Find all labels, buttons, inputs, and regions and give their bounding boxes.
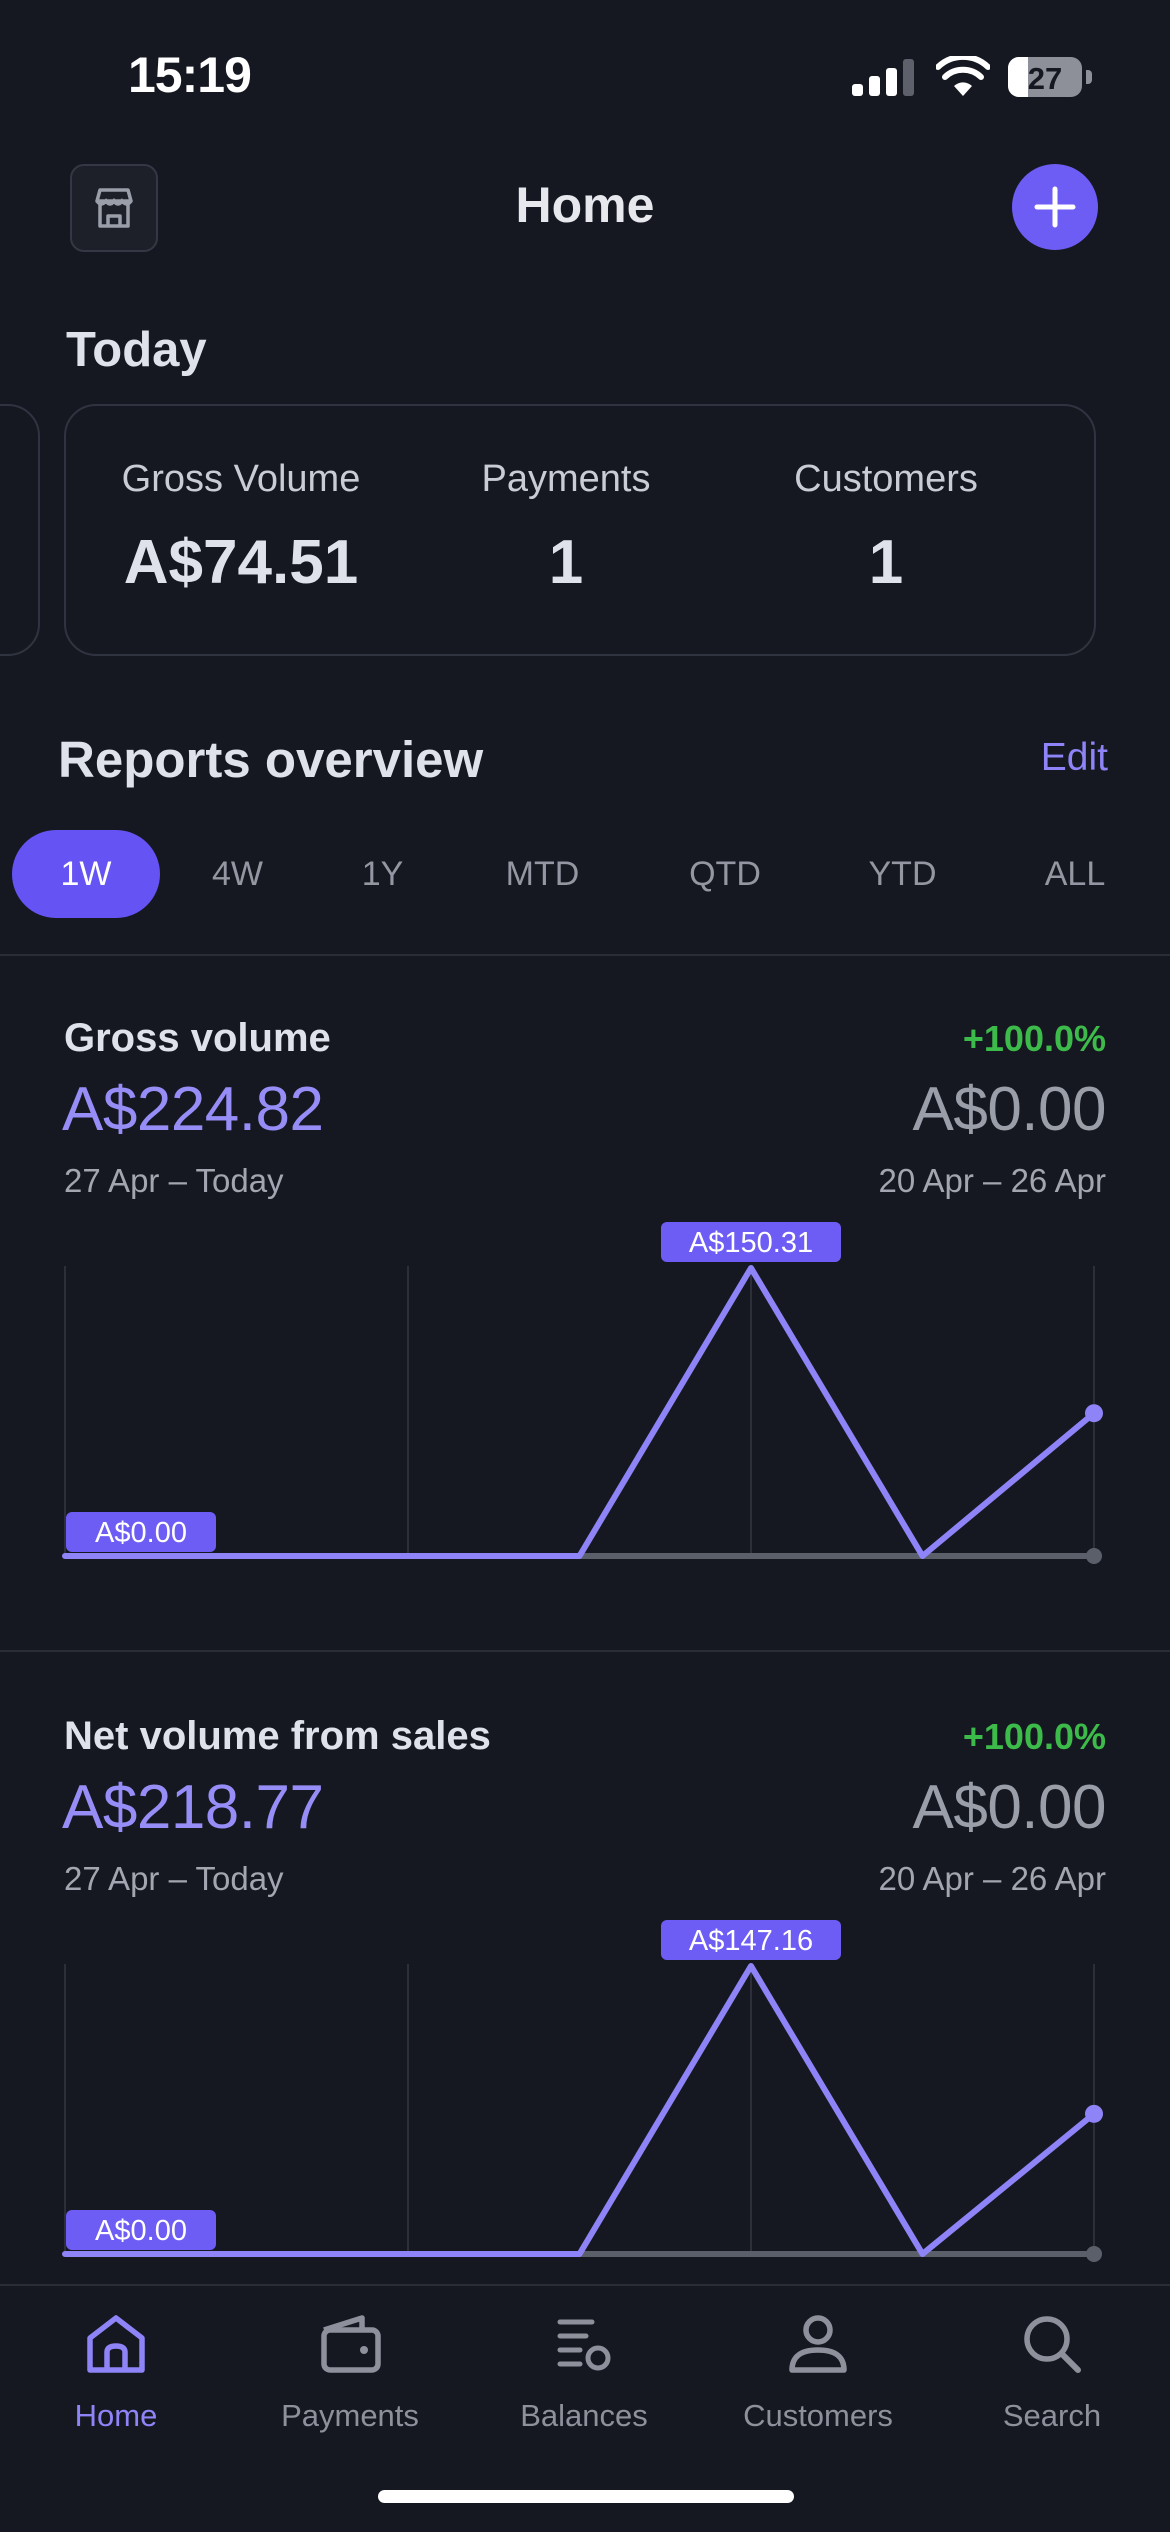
metric-value: 1 (548, 528, 584, 597)
metric-payments: Payments 1 (466, 458, 666, 598)
balances-icon (557, 2319, 611, 2371)
comparison-series-endpoint (1086, 1548, 1102, 1564)
comparison-series-endpoint (1086, 2246, 1102, 2262)
metric-customers: Customers 1 (756, 458, 1016, 598)
metric-gross-volume: Gross Volume A$74.51 (116, 458, 366, 598)
divider (0, 1650, 1170, 1652)
main-series-line (62, 1265, 1097, 1559)
metric-value: A$74.51 (123, 528, 359, 597)
gross-volume-chart: A$150.31 A$0.00 (62, 1222, 1103, 1564)
divider (0, 954, 1170, 956)
add-button[interactable] (1012, 164, 1098, 250)
period-tab-mtd[interactable]: MTD (480, 830, 605, 918)
battery-level: 27 (1027, 61, 1063, 96)
today-summary-card[interactable]: Gross Volume A$74.51 Payments 1 Customer… (64, 404, 1096, 656)
search-icon (1024, 2316, 1081, 2373)
metric-label: Customers (794, 458, 978, 500)
nav-header: Home (0, 150, 1170, 270)
status-time: 15:19 (128, 47, 252, 103)
period-tab-ytd[interactable]: YTD (840, 830, 965, 918)
tab-home[interactable]: Home (26, 2306, 206, 2434)
plus-icon (1034, 186, 1076, 228)
main-series-endpoint (1085, 2104, 1103, 2123)
tab-label: Home (74, 2398, 158, 2433)
tab-label: Search (1002, 2398, 1102, 2433)
previous-card-peek[interactable] (0, 404, 40, 656)
period-tab-all[interactable]: ALL (1015, 830, 1135, 918)
reports-title: Reports overview (58, 731, 484, 788)
main-series-line (62, 1963, 1097, 2257)
battery-icon: 27 (1008, 57, 1082, 97)
period-tab-1w[interactable]: 1W (12, 830, 160, 918)
signal-icon (852, 58, 914, 96)
report-net-volume[interactable]: Net volume from sales +100.0% A$218.77 A… (0, 1714, 1170, 2284)
status-bar: 15:19 27 (0, 0, 1170, 150)
period-tab-qtd[interactable]: QTD (665, 830, 785, 918)
main-series-endpoint (1085, 1404, 1103, 1423)
metric-label: Gross Volume (121, 458, 361, 500)
tab-label: Payments (281, 2398, 419, 2433)
wallet-icon (321, 2315, 381, 2373)
period-tab-1y[interactable]: 1Y (325, 830, 440, 918)
wifi-icon (936, 56, 990, 96)
peak-label: A$150.31 (689, 1227, 813, 1259)
start-label: A$0.00 (95, 2215, 187, 2247)
edit-button[interactable]: Edit (1041, 736, 1108, 780)
tab-label: Customers (743, 2398, 893, 2433)
home-icon (87, 2315, 145, 2373)
period-tab-4w[interactable]: 4W (180, 830, 295, 918)
tab-label: Balances (520, 2398, 648, 2433)
peak-label: A$147.16 (689, 1925, 813, 1957)
today-title: Today (66, 323, 207, 377)
metric-label: Payments (481, 458, 651, 500)
start-label: A$0.00 (95, 1517, 187, 1549)
tab-payments[interactable]: Payments (260, 2306, 440, 2434)
home-indicator (378, 2490, 794, 2503)
report-gross-volume[interactable]: Gross volume +100.0% A$224.82 A$0.00 27 … (0, 1016, 1170, 1646)
tab-balances[interactable]: Balances (494, 2306, 674, 2434)
page-title: Home (515, 177, 655, 233)
tab-customers[interactable]: Customers (728, 2306, 908, 2434)
user-icon (789, 2315, 847, 2373)
net-volume-chart: A$147.16 A$0.00 (62, 1920, 1103, 2262)
period-tabs: 1W 4W 1Y MTD QTD YTD ALL (0, 830, 1170, 918)
metric-value: 1 (868, 528, 904, 597)
tab-search[interactable]: Search (962, 2306, 1142, 2434)
